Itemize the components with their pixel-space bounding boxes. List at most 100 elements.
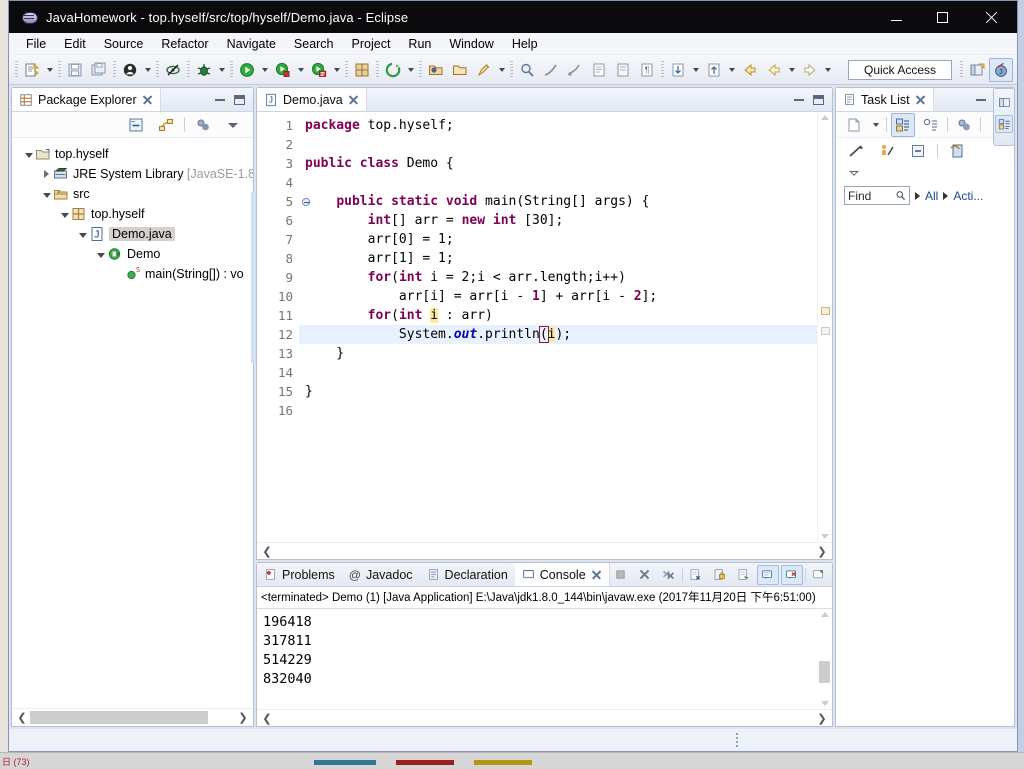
maximize-button[interactable] <box>919 1 965 33</box>
scroll-right-button[interactable]: ❯ <box>814 710 830 726</box>
code-line[interactable]: int[] arr = new int [30]; <box>305 211 817 230</box>
quick-access-input[interactable]: Quick Access <box>848 59 952 80</box>
menu-file[interactable]: File <box>17 35 55 53</box>
back-history-icon[interactable] <box>762 58 786 82</box>
scroll-right-button[interactable]: ❯ <box>235 710 251 726</box>
terminate-icon[interactable] <box>610 565 632 585</box>
tree-item-demo[interactable]: Demo <box>12 244 253 264</box>
code-line[interactable] <box>305 135 817 154</box>
scheduled-presentation-icon[interactable] <box>919 113 943 137</box>
scroll-left-button[interactable]: ❮ <box>259 710 275 726</box>
menu-refactor[interactable]: Refactor <box>152 35 217 53</box>
new-java-class-icon[interactable] <box>118 58 142 82</box>
restore-tasks-icon[interactable] <box>945 139 969 163</box>
java-perspective-icon[interactable] <box>995 115 1013 133</box>
console-vscroll-thumb[interactable] <box>819 661 830 683</box>
tab-problems[interactable]: Problems <box>257 563 342 586</box>
task-list-content[interactable] <box>836 209 1014 726</box>
new-java-class-dropdown[interactable] <box>142 58 154 82</box>
code-line[interactable]: package top.hyself; <box>305 116 817 135</box>
close-icon[interactable] <box>348 94 359 105</box>
open-resource-icon[interactable] <box>472 58 496 82</box>
tree-item-top-hyself[interactable]: top.hyself <box>12 144 253 164</box>
code-line[interactable]: arr[i] = arr[i - 1] + arr[i - 2]; <box>305 287 817 306</box>
code-line[interactable]: System.out.println(i); <box>299 325 817 344</box>
new-java-project-icon[interactable] <box>350 58 374 82</box>
find-input[interactable]: Find <box>844 186 910 205</box>
maximize-panel-icon[interactable] <box>234 94 245 105</box>
tree-item-top-hyself[interactable]: top.hyself <box>12 204 253 224</box>
code-line[interactable] <box>305 173 817 192</box>
code-line[interactable]: public class Demo { <box>305 154 817 173</box>
new-task-dropdown[interactable] <box>870 113 882 137</box>
minimize-button[interactable] <box>873 1 919 33</box>
code-line[interactable]: arr[1] = 1; <box>305 249 817 268</box>
scroll-lock-icon[interactable] <box>709 565 731 585</box>
last-edit-dropdown[interactable] <box>690 58 702 82</box>
package-explorer-tree[interactable]: top.hyself JRE System Library [JavaSE-1.8… <box>12 138 253 708</box>
code-line[interactable]: for(int i = 2;i < arr.length;i++) <box>305 268 817 287</box>
save-all-icon[interactable] <box>87 58 111 82</box>
scroll-up-button[interactable] <box>820 612 829 617</box>
tab-task-list[interactable]: Task List <box>836 88 934 111</box>
close-icon[interactable] <box>142 94 153 105</box>
code-line[interactable]: } <box>305 344 817 363</box>
link-icon[interactable] <box>539 58 563 82</box>
run-icon[interactable] <box>235 58 259 82</box>
word-wrap-icon[interactable] <box>733 565 755 585</box>
run-external-tools-icon[interactable] <box>271 58 295 82</box>
code-line[interactable] <box>305 363 817 382</box>
close-button[interactable] <box>965 1 1017 33</box>
run-external-dropdown[interactable] <box>295 58 307 82</box>
previous-annotation-icon[interactable] <box>611 58 635 82</box>
link-with-editor-icon[interactable] <box>154 113 178 137</box>
chevron-right-icon[interactable] <box>915 191 920 200</box>
tree-item-main-string-vo[interactable]: Smain(String[]) : vo <box>12 264 253 284</box>
annotation-marker[interactable] <box>821 327 830 335</box>
focus-on-workweek-icon[interactable] <box>952 113 976 137</box>
run-dropdown[interactable] <box>259 58 271 82</box>
close-icon[interactable] <box>591 569 602 580</box>
open-type-icon[interactable] <box>424 58 448 82</box>
tree-item-demo-java[interactable]: J Demo.java <box>12 224 253 244</box>
hscroll-thumb[interactable] <box>30 711 208 724</box>
back-icon[interactable] <box>738 58 762 82</box>
taskbar-item[interactable] <box>314 759 376 765</box>
collapse-all-icon[interactable] <box>906 139 930 163</box>
restore-perspective-icon[interactable] <box>995 93 1013 111</box>
scroll-left-button[interactable]: ❮ <box>14 710 30 726</box>
menu-search[interactable]: Search <box>285 35 343 53</box>
hscroll-track[interactable] <box>275 544 814 558</box>
collapse-arrow-icon[interactable] <box>40 187 53 201</box>
console-vscrollbar[interactable] <box>817 609 832 709</box>
maximize-panel-icon[interactable] <box>813 94 824 105</box>
editor-hscrollbar[interactable]: ❮ ❯ <box>257 542 832 559</box>
view-menu-icon[interactable] <box>221 113 245 137</box>
menu-source[interactable]: Source <box>95 35 153 53</box>
remove-all-terminated-icon[interactable] <box>658 565 680 585</box>
code-line[interactable]: for(int i : arr) <box>305 306 817 325</box>
coverage-dropdown[interactable] <box>331 58 343 82</box>
menu-navigate[interactable]: Navigate <box>218 35 285 53</box>
tab-javadoc[interactable]: @ Javadoc <box>342 563 420 586</box>
java-perspective-icon[interactable]: J <box>989 57 1013 82</box>
view-menu-icon[interactable] <box>846 166 862 180</box>
filter-activity[interactable]: Acti... <box>953 189 983 203</box>
clear-console-icon[interactable] <box>685 565 707 585</box>
scroll-right-button[interactable]: ❯ <box>814 543 830 559</box>
coverage-icon[interactable] <box>307 58 331 82</box>
console-hscrollbar[interactable]: ❮ ❯ <box>257 709 832 726</box>
open-resource-dropdown[interactable] <box>496 58 508 82</box>
skip-breakpoints-icon[interactable] <box>161 58 185 82</box>
new-package-dropdown[interactable] <box>405 58 417 82</box>
forward-dropdown[interactable] <box>822 58 834 82</box>
show-console-on-error-icon[interactable] <box>780 564 803 585</box>
package-explorer-hscrollbar[interactable]: ❮ ❯ <box>12 708 253 726</box>
back-dropdown[interactable] <box>786 58 798 82</box>
menu-window[interactable]: Window <box>440 35 502 53</box>
editor-area[interactable]: 1 2 3 4 5 6 7 8 9 10 11 12 13 14 15 16 package top.hyse… <box>251 112 832 542</box>
next-edit-dropdown[interactable] <box>726 58 738 82</box>
open-task-icon[interactable] <box>448 58 472 82</box>
last-edit-location-icon[interactable] <box>666 58 690 82</box>
next-edit-location-icon[interactable] <box>702 58 726 82</box>
